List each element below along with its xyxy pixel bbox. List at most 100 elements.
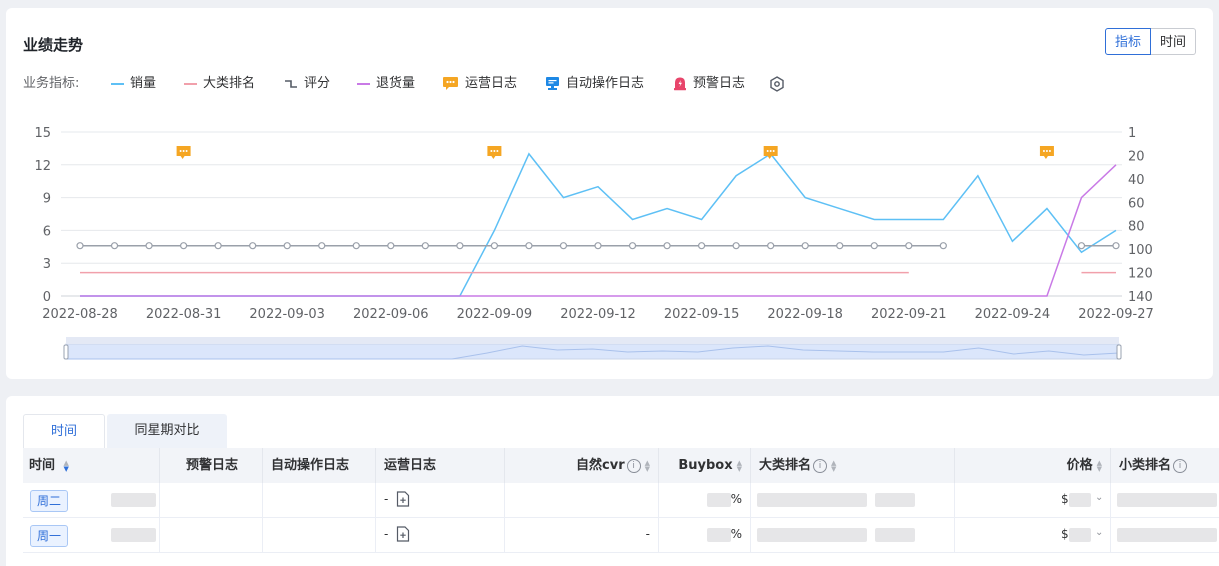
y-left-tick-label: 6 (43, 224, 51, 239)
x-tick-label: 2022-09-21 (871, 307, 947, 322)
table-header: 时间 ▲ ▼ 预警日志 自动操作日志 运营日志 自然cvr i ▲ ▼ Buybox ▲ ▼… (23, 448, 1219, 483)
redacted-value (1117, 493, 1217, 507)
column-label: 价格 (1066, 458, 1093, 473)
info-icon[interactable]: i (626, 458, 641, 473)
trend-chart: 03691215 120406080100120140 2022-08-28 20… (34, 126, 1154, 360)
redacted-value (1117, 528, 1217, 542)
column-header-ops-log: 运营日志 (376, 448, 505, 483)
series-point (283, 242, 291, 250)
cell-category-rank (751, 518, 955, 552)
price-value: $ (1061, 492, 1069, 506)
cell-alert-log (160, 518, 263, 552)
column-header-subcategory-rank[interactable]: 小类排名 i (1111, 448, 1219, 483)
performance-trend-card: 业绩走势 指标 时间 业务指标: 销量 大类排名 评分 退货量 运营日志 自动操… (6, 8, 1213, 379)
redacted-date (111, 493, 156, 507)
x-tick-label: 2022-09-18 (767, 307, 843, 322)
y-right-tick-label: 140 (1128, 290, 1153, 305)
series-point (214, 242, 222, 250)
ops-log-value: - (384, 527, 389, 541)
cell-price: $ ⌄ (955, 518, 1111, 552)
series-point (905, 242, 913, 250)
column-header-organic-cvr[interactable]: 自然cvr i ▲ ▼ (505, 448, 659, 483)
column-label: 时间 (29, 458, 56, 473)
series-point (801, 242, 809, 250)
series-point (249, 242, 257, 250)
y-right-tick-label: 20 (1128, 149, 1145, 164)
x-tick-label: 2022-09-03 (249, 307, 325, 322)
series-point (732, 242, 740, 250)
y-left-tick-label: 9 (43, 192, 51, 207)
data-table-card: 时间 同星期对比 时间 ▲ ▼ 预警日志 自动操作日志 运营日志 自然cvr i ▲ ▼… (6, 396, 1219, 566)
redacted-value (757, 493, 867, 507)
series-point (1112, 242, 1120, 250)
series-point (525, 242, 533, 250)
buybox-value: % (730, 492, 742, 506)
cell-subcategory-rank (1111, 483, 1219, 517)
column-label: 小类排名 (1119, 458, 1172, 473)
series-point (628, 242, 637, 250)
column-header-alert-log: 预警日志 (160, 448, 263, 483)
x-tick-label: 2022-09-06 (353, 307, 429, 322)
add-log-icon[interactable] (396, 491, 410, 507)
redacted-value (757, 528, 867, 542)
redacted-value (707, 493, 731, 507)
weekday-tag[interactable]: 周一 (30, 525, 69, 547)
y-left-tick-label: 12 (34, 159, 51, 174)
x-tick-label: 2022-09-27 (1078, 307, 1154, 322)
x-tick-label: 2022-09-09 (457, 307, 533, 322)
sort-desc-icon[interactable]: ▲ ▼ (64, 459, 69, 472)
info-icon[interactable]: i (1173, 458, 1188, 473)
redacted-value (1069, 493, 1091, 507)
cell-buybox: % (659, 518, 751, 552)
table-row: 周一 - - % $ ⌄ (23, 518, 1219, 553)
buybox-value: % (730, 527, 742, 541)
column-header-price[interactable]: 价格 ▲ ▼ (955, 448, 1111, 483)
ops-log-marker-icon[interactable] (487, 146, 502, 159)
sort-icon[interactable]: ▲ ▼ (1097, 459, 1102, 472)
tab-time[interactable]: 时间 (23, 414, 105, 448)
series-point (663, 242, 671, 250)
tab-weekday-compare[interactable]: 同星期对比 (107, 414, 227, 448)
redacted-date (111, 528, 156, 542)
series-point (490, 242, 498, 250)
redacted-value (875, 493, 915, 507)
column-header-category-rank[interactable]: 大类排名 i ▲ ▼ (751, 448, 955, 483)
sort-icon[interactable]: ▲ ▼ (831, 459, 836, 472)
column-label: Buybox (678, 458, 733, 473)
series-point (1077, 242, 1086, 250)
chevron-down-icon[interactable]: ⌄ (1095, 527, 1103, 538)
zoom-handle-left[interactable] (63, 344, 69, 360)
column-label: 自然cvr (576, 458, 625, 473)
column-header-auto-ops-log: 自动操作日志 (263, 448, 376, 483)
info-icon[interactable]: i (813, 458, 828, 473)
column-header-time[interactable]: 时间 ▲ ▼ (23, 448, 160, 483)
ops-log-marker-icon[interactable] (176, 146, 191, 159)
series-point (836, 242, 844, 250)
cvr-value: - (645, 527, 650, 541)
series-point (318, 242, 326, 250)
ops-log-marker-icon[interactable] (1039, 146, 1054, 159)
series-point (456, 242, 464, 250)
sort-icon[interactable]: ▲ ▼ (645, 459, 650, 472)
zoom-range-area (65, 343, 1120, 360)
series-point (387, 242, 395, 250)
ops-log-value: - (384, 492, 389, 506)
series-point (352, 242, 360, 250)
chevron-down-icon[interactable]: ⌄ (1095, 492, 1103, 503)
zoom-handle-right[interactable] (1116, 344, 1122, 360)
x-tick-label: 2022-08-28 (42, 307, 118, 322)
y-right-tick-label: 120 (1128, 267, 1153, 282)
add-log-icon[interactable] (396, 526, 410, 542)
cell-ops-log: - (376, 483, 505, 517)
y-left-tick-label: 15 (34, 126, 51, 141)
column-header-buybox[interactable]: Buybox ▲ ▼ (659, 448, 751, 483)
cell-buybox: % (659, 483, 751, 517)
series-point (767, 242, 775, 250)
cell-time: 周二 (23, 483, 160, 517)
sort-icon[interactable]: ▲ ▼ (737, 459, 742, 472)
cell-category-rank (751, 483, 955, 517)
redacted-value (875, 528, 915, 542)
x-tick-label: 2022-09-12 (560, 307, 636, 322)
y-right-tick-label: 60 (1128, 196, 1145, 211)
weekday-tag[interactable]: 周二 (30, 490, 69, 512)
